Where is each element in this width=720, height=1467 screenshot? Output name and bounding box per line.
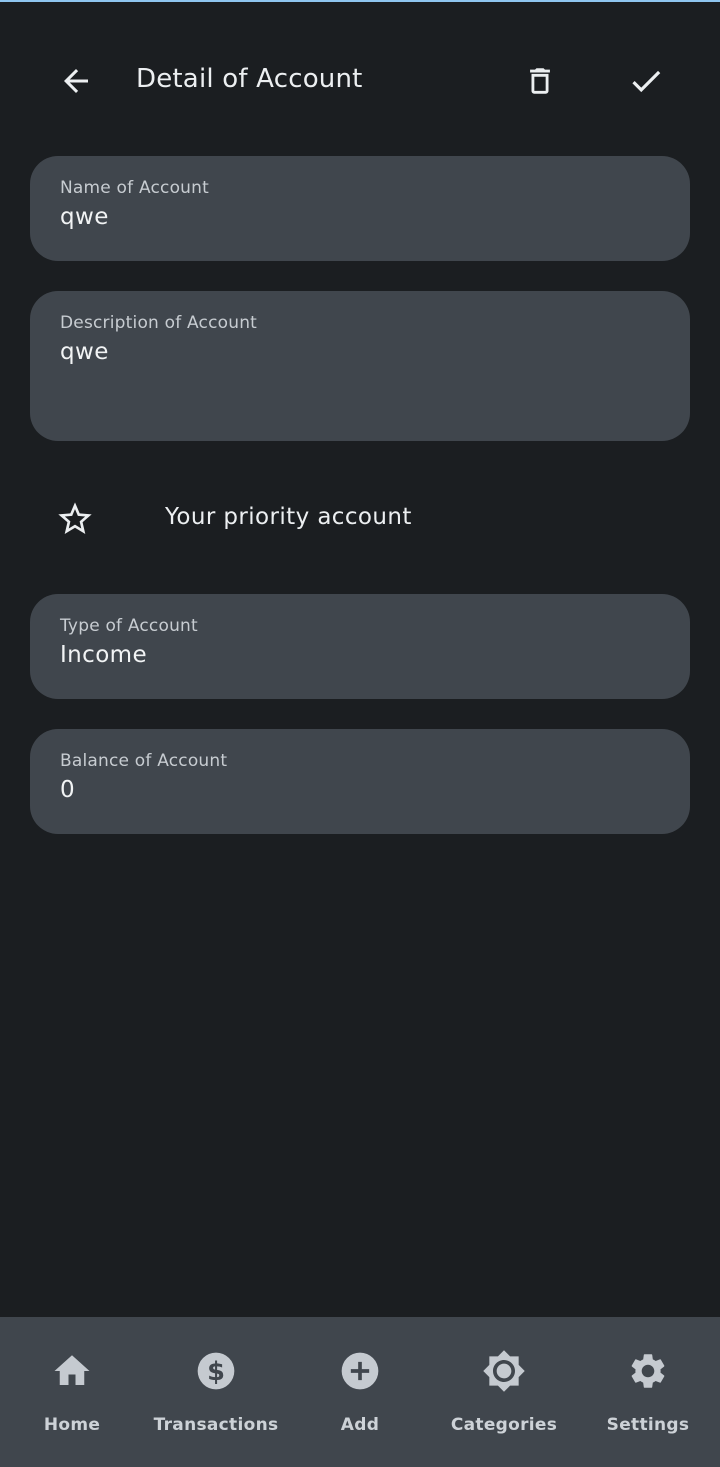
account-type-value[interactable]: Income [60, 642, 660, 668]
svg-text:$: $ [207, 1357, 225, 1387]
nav-label-categories: Categories [450, 1415, 558, 1435]
nav-label-settings: Settings [606, 1415, 690, 1435]
home-icon [50, 1349, 94, 1393]
dollar-circle-icon: $ [194, 1349, 238, 1393]
star-outline-icon[interactable] [50, 496, 100, 542]
nav-item-home[interactable]: Home [0, 1317, 144, 1467]
nav-label-transactions: Transactions [153, 1415, 279, 1435]
bottom-navigation: Home $ Transactions Add Categories Setti… [0, 1317, 720, 1467]
account-name-value[interactable]: qwe [60, 204, 660, 230]
account-type-field[interactable]: Type of Account Income [30, 594, 690, 699]
account-description-field[interactable]: Description of Account qwe [30, 291, 690, 441]
account-balance-field[interactable]: Balance of Account 0 [30, 729, 690, 834]
plus-circle-icon [338, 1349, 382, 1393]
account-balance-value[interactable]: 0 [60, 777, 660, 803]
page-title: Detail of Account [136, 64, 363, 94]
app-bar: Detail of Account [0, 40, 720, 122]
account-balance-label: Balance of Account [60, 751, 228, 771]
nav-item-add[interactable]: Add [288, 1317, 432, 1467]
account-type-label: Type of Account [60, 616, 198, 636]
arrow-left-icon [64, 69, 88, 93]
brightness-icon [482, 1349, 526, 1393]
priority-account-toggle[interactable]: Your priority account [30, 478, 690, 560]
account-description-label: Description of Account [60, 313, 258, 333]
top-accent-line [0, 0, 720, 2]
nav-item-settings[interactable]: Settings [576, 1317, 720, 1467]
account-name-field[interactable]: Name of Account qwe [30, 156, 690, 261]
priority-account-label: Your priority account [165, 504, 412, 530]
nav-label-add: Add [340, 1415, 380, 1435]
gear-icon [626, 1349, 670, 1393]
nav-item-transactions[interactable]: $ Transactions [144, 1317, 288, 1467]
trash-icon [530, 68, 550, 94]
back-button[interactable] [48, 53, 104, 109]
checkmark-icon [632, 70, 661, 93]
nav-label-home: Home [43, 1415, 101, 1435]
account-description-value[interactable]: qwe [60, 339, 660, 365]
save-button[interactable] [618, 53, 674, 109]
nav-item-categories[interactable]: Categories [432, 1317, 576, 1467]
delete-button[interactable] [512, 53, 568, 109]
account-name-label: Name of Account [60, 178, 209, 198]
